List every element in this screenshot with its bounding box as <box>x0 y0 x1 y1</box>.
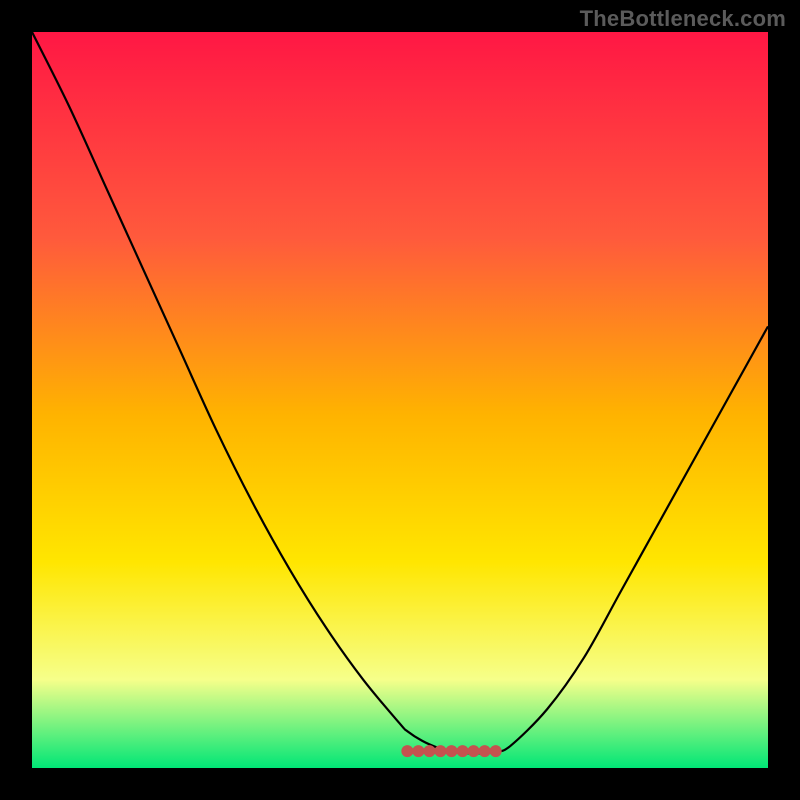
bottom-marker-band <box>401 745 501 757</box>
marker-dot <box>434 745 446 757</box>
marker-dot <box>423 745 435 757</box>
marker-dot <box>412 745 424 757</box>
marker-dot <box>401 745 413 757</box>
chart-frame: { "watermark": "TheBottleneck.com", "col… <box>0 0 800 800</box>
marker-dot <box>479 745 491 757</box>
watermark-text: TheBottleneck.com <box>580 6 786 32</box>
marker-dot <box>468 745 480 757</box>
marker-dot <box>446 745 458 757</box>
marker-dot <box>490 745 502 757</box>
plot-area <box>32 32 768 768</box>
bottleneck-chart <box>0 0 800 800</box>
marker-dot <box>457 745 469 757</box>
